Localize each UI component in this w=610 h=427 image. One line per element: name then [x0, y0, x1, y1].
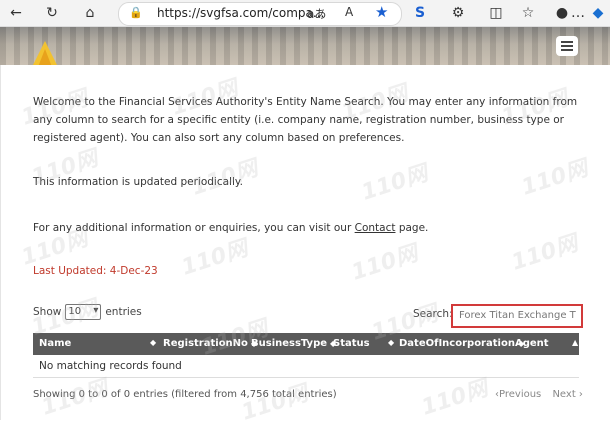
- entries-select[interactable]: 10: [65, 304, 102, 320]
- sort-up-icon[interactable]: ▲: [572, 338, 578, 347]
- read-aloud-icon[interactable]: aあ: [307, 5, 326, 22]
- sort-icon[interactable]: ◆: [388, 338, 394, 347]
- menu-button[interactable]: [556, 36, 578, 56]
- contact-paragraph: For any additional information or enquir…: [33, 219, 428, 237]
- extension-s-icon[interactable]: S: [410, 3, 430, 23]
- main-content: Welcome to the Financial Services Author…: [0, 65, 610, 420]
- text-size-icon[interactable]: A: [345, 5, 353, 19]
- search-input[interactable]: Forex Titan Exchange T: [451, 304, 583, 328]
- sort-icon[interactable]: ◆: [150, 338, 156, 347]
- contact-link[interactable]: Contact: [355, 222, 396, 234]
- empty-row: No matching records found: [33, 355, 579, 378]
- next-button[interactable]: Next ›: [552, 389, 582, 400]
- column-status[interactable]: Status: [333, 338, 370, 349]
- copilot-icon[interactable]: ◆: [588, 3, 608, 23]
- extensions-icon[interactable]: ⚙: [448, 3, 468, 23]
- more-icon[interactable]: …: [568, 3, 588, 23]
- column-registration[interactable]: RegistrationNo ◆: [163, 338, 257, 349]
- site-banner: [0, 27, 610, 65]
- last-updated: Last Updated: 4-Dec-23: [33, 265, 158, 277]
- update-note: This information is updated periodically…: [33, 176, 243, 188]
- home-icon[interactable]: ⌂: [80, 3, 100, 23]
- previous-button[interactable]: ‹Previous: [495, 389, 541, 400]
- intro-paragraph: Welcome to the Financial Services Author…: [33, 96, 578, 144]
- search-label: Search:: [413, 308, 453, 320]
- entries-label: entries: [105, 306, 142, 318]
- logo-icon: [33, 41, 57, 65]
- address-bar[interactable]: 🔒 https://svgfsa.com/compa... aあ A ★: [118, 2, 402, 26]
- refresh-icon[interactable]: ↻: [42, 3, 62, 23]
- column-name[interactable]: Name: [39, 338, 71, 349]
- column-agent[interactable]: Agent: [515, 338, 549, 349]
- column-business-type[interactable]: BusinessType ◆: [251, 338, 336, 349]
- empty-message: No matching records found: [39, 360, 182, 372]
- contact-suffix: page.: [395, 222, 429, 234]
- url-text: https://svgfsa.com/compa...: [157, 6, 325, 20]
- entries-control: Show 10 entries: [33, 304, 142, 320]
- column-date-of-incorporation[interactable]: DateOfIncorporation ◆: [399, 338, 524, 349]
- split-screen-icon[interactable]: ◫: [486, 3, 506, 23]
- favorites-icon[interactable]: ☆: [518, 3, 538, 23]
- table-info: Showing 0 to 0 of 0 entries (filtered fr…: [33, 389, 337, 400]
- back-icon[interactable]: ←: [6, 3, 26, 23]
- favorite-star-icon[interactable]: ★: [375, 3, 388, 21]
- browser-toolbar: ← ↻ ⌂ 🔒 https://svgfsa.com/compa... aあ A…: [0, 0, 610, 27]
- lock-icon[interactable]: 🔒: [129, 6, 143, 19]
- contact-prefix: For any additional information or enquir…: [33, 222, 355, 234]
- show-label: Show: [33, 306, 62, 318]
- pagination: ‹Previous Next ›: [495, 389, 591, 400]
- table-header: Name ◆ RegistrationNo ◆ BusinessType ◆ Sta…: [33, 333, 579, 355]
